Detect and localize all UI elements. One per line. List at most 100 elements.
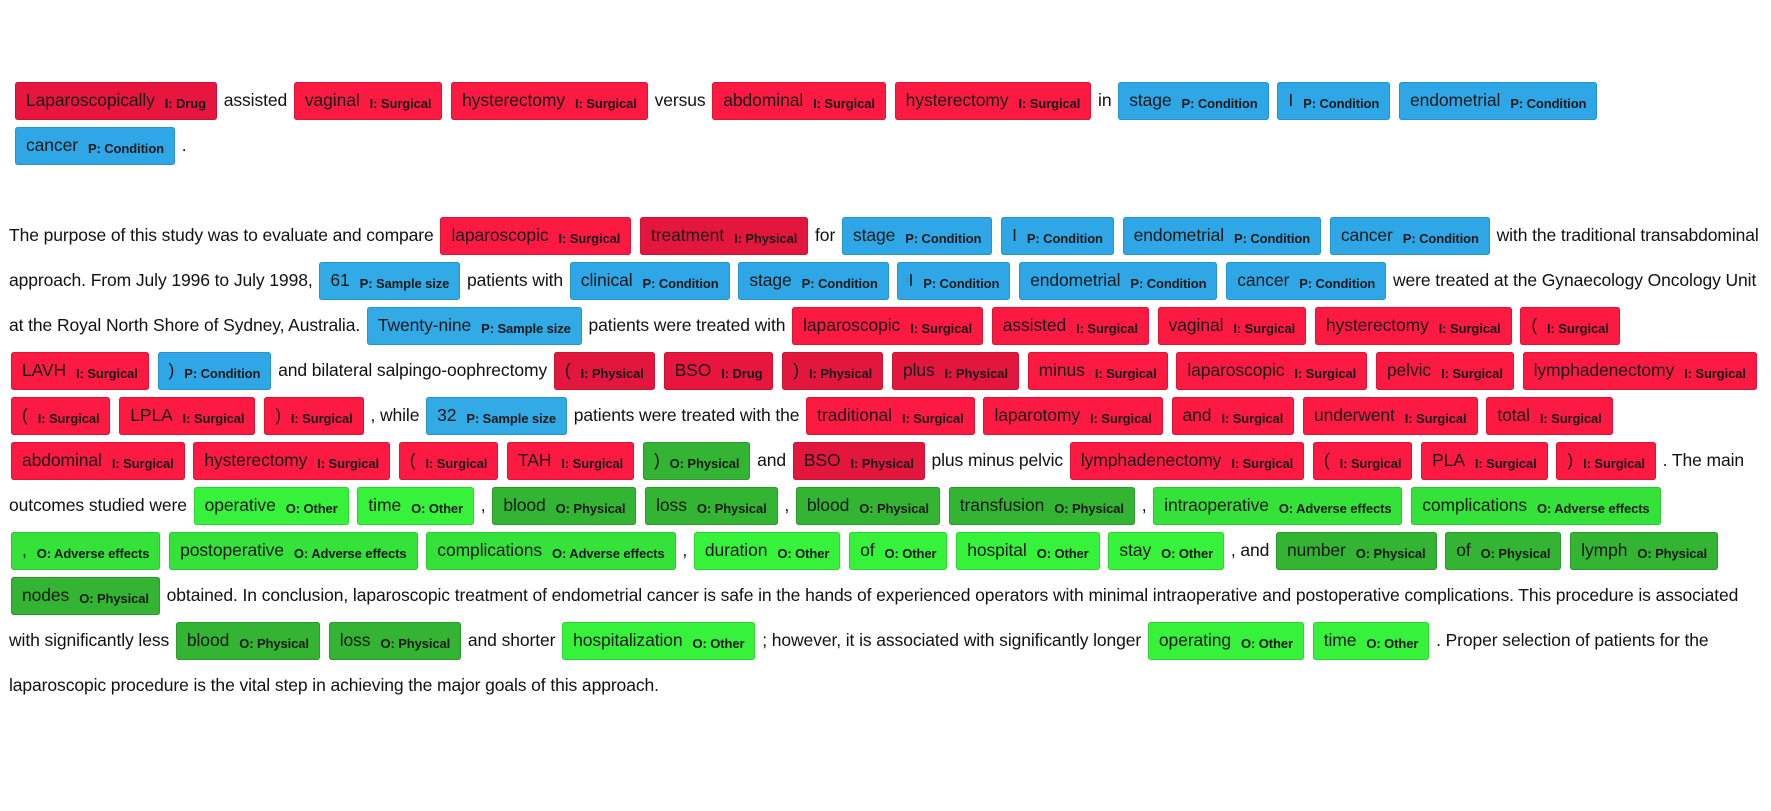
entity-tag[interactable]: I P: Condition xyxy=(1001,217,1114,256)
entity-label: I: Surgical xyxy=(317,456,379,472)
entity-tag[interactable]: operating O: Other xyxy=(1147,622,1304,661)
entity-text: I xyxy=(1288,90,1294,111)
entity-text: underwent xyxy=(1313,405,1395,426)
entity-tag[interactable]: of O: Physical xyxy=(1445,532,1562,571)
entity-text: nodes xyxy=(22,585,70,606)
entity-label: P: Condition xyxy=(1299,276,1376,292)
entity-label: I: Drug xyxy=(164,96,206,112)
entity-tag[interactable]: PLA I: Surgical xyxy=(1421,442,1548,481)
entity-tag[interactable]: nodes O: Physical xyxy=(11,577,160,616)
entity-tag[interactable]: minus I: Surgical xyxy=(1027,352,1168,391)
entity-tag[interactable]: clinical P: Condition xyxy=(569,262,730,301)
entity-tag[interactable]: stage P: Condition xyxy=(841,217,993,256)
entity-tag[interactable]: vaginal I: Surgical xyxy=(1157,307,1307,346)
entity-tag[interactable]: stay O: Other xyxy=(1108,532,1225,571)
entity-tag[interactable]: LAVH I: Surgical xyxy=(11,352,149,391)
entity-tag[interactable]: LPLA I: Surgical xyxy=(119,397,256,436)
entity-tag[interactable]: pelvic I: Surgical xyxy=(1375,352,1514,391)
entity-tag[interactable]: complications O: Adverse effects xyxy=(426,532,676,571)
entity-tag[interactable]: plus I: Physical xyxy=(891,352,1019,391)
entity-text: number xyxy=(1287,540,1346,561)
entity-tag[interactable]: 61 P: Sample size xyxy=(319,262,461,301)
entity-tag[interactable]: (I: Surgical xyxy=(398,442,499,481)
entity-tag[interactable]: traditional I: Surgical xyxy=(806,397,975,436)
entity-tag[interactable]: (I: Physical xyxy=(553,352,655,391)
entity-text: postoperative xyxy=(180,540,284,561)
entity-tag[interactable]: ) I: Surgical xyxy=(264,397,364,436)
entity-tag[interactable]: time O: Other xyxy=(1312,622,1430,661)
entity-tag[interactable]: blood O: Physical xyxy=(492,487,637,526)
entity-tag[interactable]: laparotomy I: Surgical xyxy=(983,397,1163,436)
entity-tag[interactable]: Laparoscopically I: Drug xyxy=(15,82,217,121)
entity-tag[interactable]: of O: Other xyxy=(849,532,948,571)
entity-tag[interactable]: underwent I: Surgical xyxy=(1302,397,1478,436)
entity-tag[interactable]: duration O: Other xyxy=(693,532,841,571)
entity-tag[interactable]: stage P: Condition xyxy=(738,262,889,301)
entity-tag[interactable]: assisted I: Surgical xyxy=(991,307,1149,346)
entity-tag[interactable]: abdominal I: Surgical xyxy=(11,442,185,481)
entity-tag[interactable]: operative O: Other xyxy=(193,487,349,526)
entity-tag[interactable]: ) O: Physical xyxy=(642,442,751,481)
entity-tag[interactable]: hysterectomy I: Surgical xyxy=(193,442,390,481)
entity-tag[interactable]: intraoperative O: Adverse effects xyxy=(1153,487,1403,526)
entity-tag[interactable]: I P: Condition xyxy=(1277,82,1391,121)
entity-tag[interactable]: complications O: Adverse effects xyxy=(1411,487,1661,526)
entity-tag[interactable]: hospital O: Other xyxy=(956,532,1100,571)
entity-tag[interactable]: cancer P: Condition xyxy=(15,127,175,166)
entity-tag[interactable]: endometrial P: Condition xyxy=(1019,262,1218,301)
entity-tag[interactable]: lymphadenectomy I: Surgical xyxy=(1069,442,1305,481)
entity-tag[interactable]: blood O: Physical xyxy=(175,622,320,661)
entity-tag[interactable]: (I: Surgical xyxy=(1312,442,1413,481)
entity-tag[interactable]: lymph O: Physical xyxy=(1570,532,1719,571)
entity-tag[interactable]: 32 P: Sample size xyxy=(426,397,568,436)
entity-tag[interactable]: ) I: Surgical xyxy=(1556,442,1656,481)
entity-tag[interactable]: abdominal I: Surgical xyxy=(712,82,886,121)
entity-tag[interactable]: hysterectomy I: Surgical xyxy=(451,82,648,121)
entity-tag[interactable]: stage P: Condition xyxy=(1118,82,1269,121)
entity-label: O: Other xyxy=(692,636,745,652)
entity-tag[interactable]: ) I: Physical xyxy=(782,352,884,391)
entity-text: abdominal xyxy=(723,90,804,111)
entity-tag[interactable]: BSO I: Physical xyxy=(792,442,925,481)
entity-tag[interactable]: loss O: Physical xyxy=(328,622,462,661)
entity-tag[interactable]: , O: Adverse effects xyxy=(11,532,161,571)
entity-tag[interactable]: (I: Surgical xyxy=(1520,307,1620,346)
entity-tag[interactable]: laparoscopic I: Surgical xyxy=(440,217,632,256)
entity-tag[interactable]: Twenty-nine P: Sample size xyxy=(366,307,582,346)
entity-text: laparoscopic xyxy=(1187,360,1285,381)
entity-tag[interactable]: time O: Other xyxy=(357,487,475,526)
entity-tag[interactable]: TAH I: Surgical xyxy=(507,442,635,481)
entity-tag[interactable]: transfusion O: Physical xyxy=(948,487,1135,526)
entity-tag[interactable]: (I: Surgical xyxy=(11,397,111,436)
entity-label: O: Physical xyxy=(1355,546,1426,562)
entity-tag[interactable]: and I: Surgical xyxy=(1171,397,1295,436)
entity-label: I: Surgical xyxy=(1539,411,1602,427)
entity-tag[interactable]: endometrial P: Condition xyxy=(1122,217,1322,256)
entity-tag[interactable]: laparoscopic I: Surgical xyxy=(792,307,983,346)
entity-tag[interactable]: cancer P: Condition xyxy=(1226,262,1387,301)
entity-tag[interactable]: BSO I: Drug xyxy=(663,352,774,391)
entity-label: I: Surgical xyxy=(1231,456,1294,472)
entity-tag[interactable]: lymphadenectomy I: Surgical xyxy=(1522,352,1757,391)
entity-tag[interactable]: laparoscopic I: Surgical xyxy=(1176,352,1368,391)
entity-label: I: Surgical xyxy=(1221,411,1284,427)
entity-label: O: Physical xyxy=(555,501,626,517)
entity-label: I: Physical xyxy=(808,366,873,382)
entity-tag[interactable]: hysterectomy I: Surgical xyxy=(1314,307,1512,346)
entity-tag[interactable]: cancer P: Condition xyxy=(1329,217,1490,256)
entity-tag[interactable]: treatment I: Physical xyxy=(640,217,809,256)
entity-tag[interactable]: ) P: Condition xyxy=(157,352,272,391)
entity-tag[interactable]: endometrial P: Condition xyxy=(1398,82,1598,121)
entity-tag[interactable]: blood O: Physical xyxy=(795,487,940,526)
entity-tag[interactable]: hysterectomy I: Surgical xyxy=(894,82,1092,121)
entity-label: O: Other xyxy=(1366,636,1419,652)
entity-tag[interactable]: hospitalization O: Other xyxy=(562,622,756,661)
entity-text: ) xyxy=(793,360,799,381)
entity-tag[interactable]: vaginal I: Surgical xyxy=(293,82,443,121)
entity-tag[interactable]: loss O: Physical xyxy=(645,487,778,526)
entity-tag[interactable]: total I: Surgical xyxy=(1486,397,1613,436)
entity-tag[interactable]: postoperative O: Adverse effects xyxy=(169,532,418,571)
entity-tag[interactable]: I P: Condition xyxy=(897,262,1011,301)
entity-tag[interactable]: number O: Physical xyxy=(1276,532,1437,571)
entity-label: P: Sample size xyxy=(466,411,557,427)
